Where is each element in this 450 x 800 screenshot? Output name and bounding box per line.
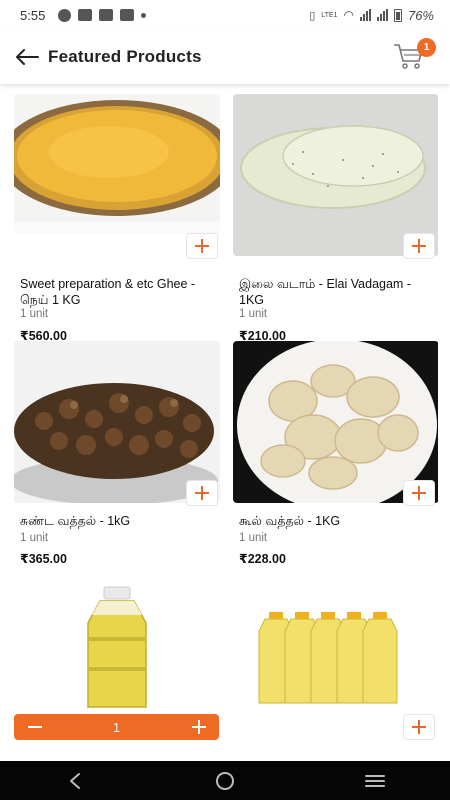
product-card[interactable]: கூல் வத்தல் - 1KG 1 unit ₹228.00 (233, 341, 439, 581)
product-name: சுண்ட வத்தல் - 1kG (20, 514, 131, 528)
page-title: Featured Products (48, 47, 202, 66)
product-image-sundakkai (14, 341, 220, 503)
add-to-cart-button[interactable] (186, 233, 218, 259)
add-to-cart-button[interactable] (403, 714, 435, 740)
cart-button[interactable]: 1 (392, 38, 436, 72)
product-image-koozh-vathal (233, 341, 439, 503)
network-type-icon: LTE1 (321, 11, 338, 19)
add-to-cart-button[interactable] (403, 233, 435, 259)
quantity-value: 1 (112, 719, 121, 735)
mail-icon (99, 9, 114, 21)
quantity-stepper[interactable]: 1 (14, 714, 219, 740)
nav-back-icon[interactable] (55, 766, 95, 796)
signal-icon (359, 9, 371, 21)
add-to-cart-button[interactable] (403, 480, 435, 506)
app-bar: Featured Products 1 (0, 30, 450, 84)
mail-icon (78, 9, 93, 21)
plus-icon (195, 486, 209, 500)
product-image-elai-vadagam (233, 94, 439, 256)
notification-app-icon (58, 8, 72, 22)
vibrate-icon: ▯ (309, 9, 316, 22)
back-arrow-icon[interactable] (14, 47, 40, 67)
plus-icon (195, 239, 209, 253)
status-bar: 5:55 ▯ LTE1 ◠ 76% (0, 0, 450, 30)
status-time: 5:55 (20, 7, 46, 23)
product-unit: 1 unit (239, 308, 268, 320)
nav-recents-icon[interactable] (355, 766, 395, 796)
plus-icon (412, 239, 426, 253)
product-name: கூல் வத்தல் - 1KG (239, 514, 341, 528)
product-card[interactable]: இலை வடாம் - Elai Vadagam - 1KG 1 unit ₹2… (233, 94, 439, 343)
youtube-icon (120, 9, 135, 21)
product-name: இலை வடாம் - Elai Vadagam - 1KG (239, 277, 411, 307)
more-notifications-icon (141, 12, 147, 18)
add-to-cart-button[interactable] (186, 480, 218, 506)
product-card[interactable]: சுண்ட வத்தல் - 1kG 1 unit ₹365.00 (14, 341, 220, 581)
decrease-quantity-button[interactable] (14, 714, 54, 740)
product-price: ₹228.00 (239, 552, 286, 566)
plus-icon (412, 720, 426, 734)
product-unit: 1 unit (20, 532, 49, 544)
product-unit: 1 unit (239, 532, 268, 544)
product-unit: 1 unit (20, 308, 49, 320)
plus-icon (412, 486, 426, 500)
signal-icon (376, 9, 388, 21)
product-card[interactable] (233, 575, 439, 761)
increase-quantity-button[interactable] (179, 714, 219, 740)
product-image-ghee (14, 94, 220, 234)
system-nav-bar (0, 761, 450, 800)
product-card[interactable]: Sweet preparation & etc Ghee - நெய் 1 KG… (14, 94, 220, 343)
product-image-oil-bottles-pack (233, 575, 439, 715)
product-image-oil-bottle (14, 575, 220, 715)
product-grid: Sweet preparation & etc Ghee - நெய் 1 KG… (0, 84, 450, 761)
battery-icon (393, 8, 402, 22)
product-price: ₹365.00 (20, 552, 67, 566)
product-name: Sweet preparation & etc Ghee - நெய் 1 KG (20, 277, 196, 307)
wifi-icon: ◠ (343, 8, 354, 22)
nav-home-icon[interactable] (205, 766, 245, 796)
battery-level: 76% (407, 7, 434, 23)
cart-count-badge: 1 (417, 38, 436, 57)
